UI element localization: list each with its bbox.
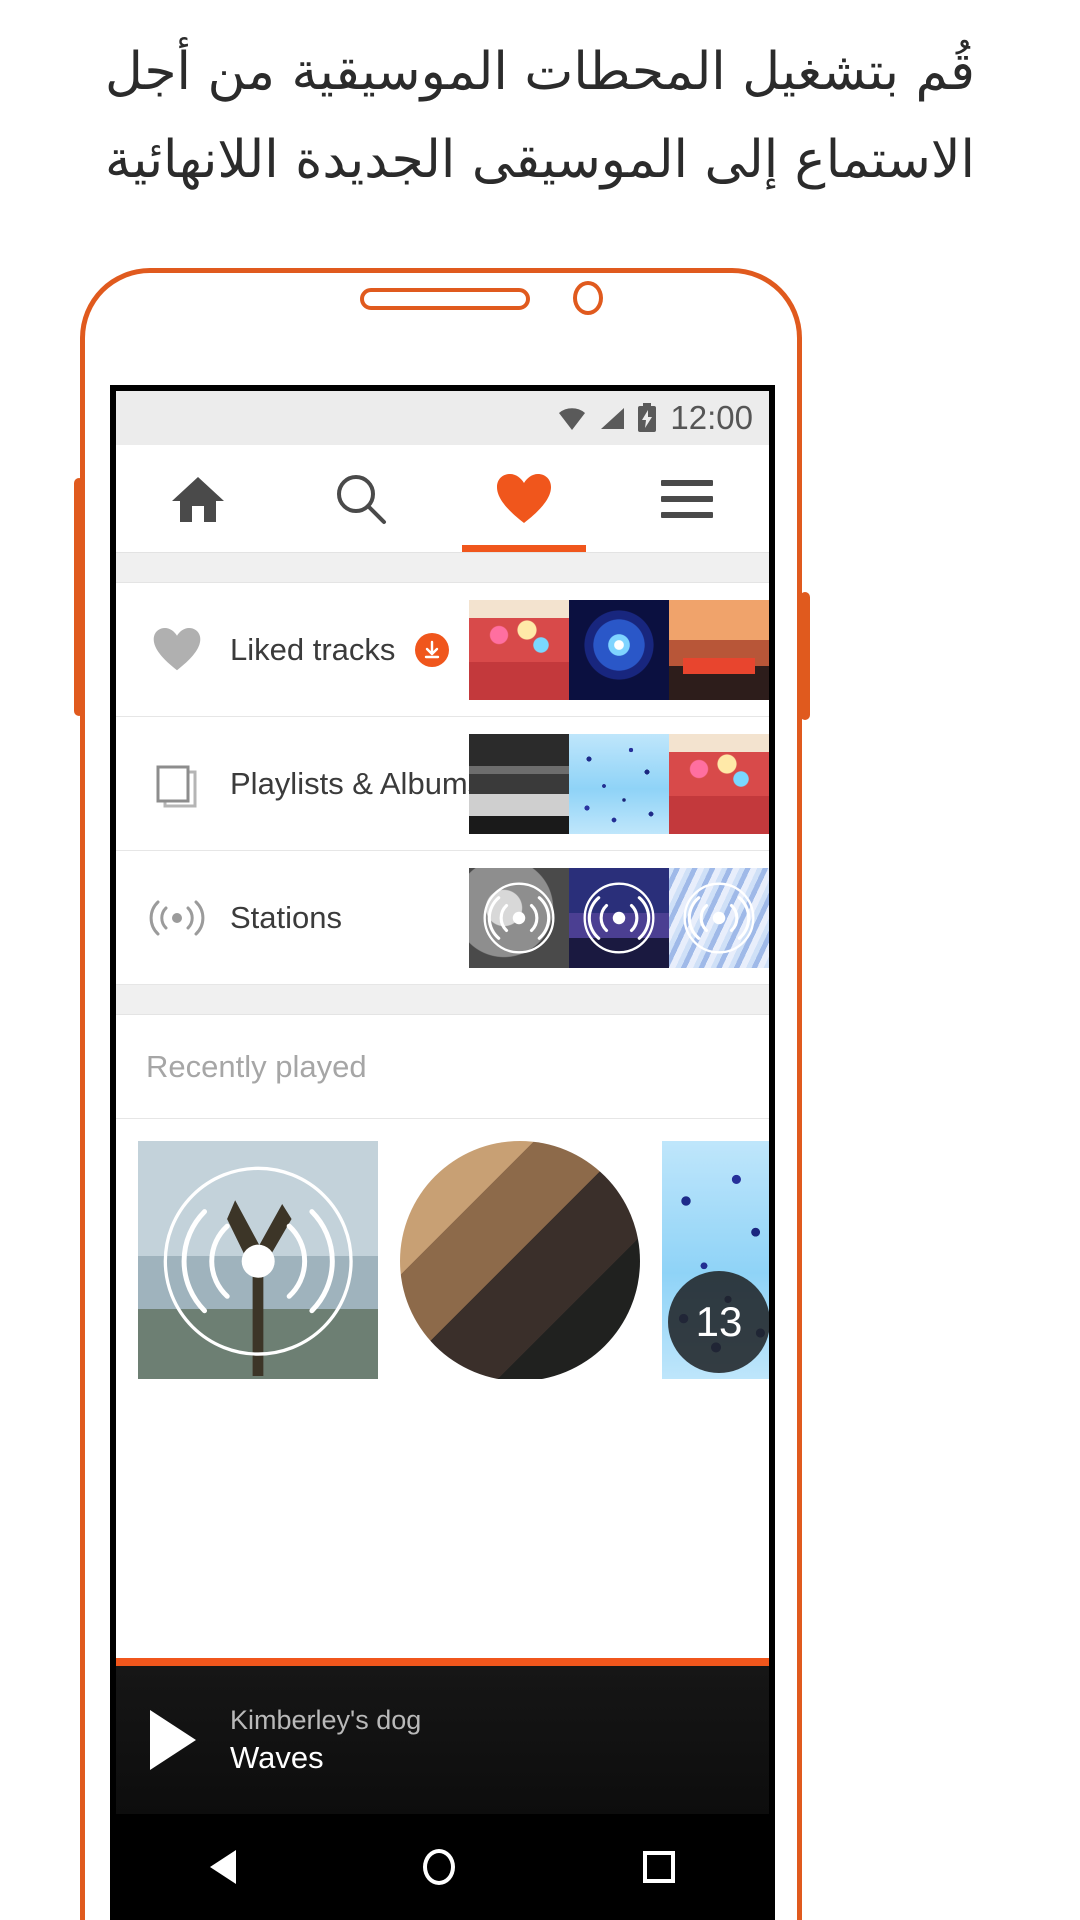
thumbnail-cassette-deck	[469, 733, 569, 834]
battery-charging-icon	[637, 403, 657, 433]
home-icon	[170, 474, 226, 524]
recent-card-artist-profile[interactable]	[400, 1141, 640, 1379]
section-divider-recently-played	[116, 985, 769, 1015]
row-thumbnails	[469, 867, 769, 968]
library-row-stations[interactable]: Stations	[116, 851, 769, 985]
library-row-label: Stations	[230, 899, 343, 935]
tab-home[interactable]	[116, 445, 279, 552]
station-waves-icon	[469, 868, 569, 968]
recently-played-header: Recently played	[116, 1015, 769, 1119]
tab-menu[interactable]	[606, 445, 769, 552]
row-thumbnails	[469, 733, 769, 834]
station-waves-icon	[138, 1141, 378, 1379]
recently-played-list: 13	[116, 1119, 769, 1379]
home-circle-icon[interactable]	[423, 1849, 456, 1885]
download-icon[interactable]	[415, 632, 450, 667]
wifi-icon	[557, 406, 587, 431]
headline-line-2: الاستماع إلى الموسيقى الجديدة اللانهائية	[105, 130, 975, 190]
section-divider-top	[116, 553, 769, 583]
card-artwork: 13	[662, 1141, 769, 1379]
playback-progress-bar[interactable]	[116, 1658, 769, 1666]
headline-line-1: قُم بتشغيل المحطات الموسيقية من أجل	[105, 42, 975, 102]
phone-screen: 12:00 Liked tracks Playlists & Albums St…	[110, 385, 775, 1920]
library-row-liked-tracks[interactable]: Liked tracks	[116, 583, 769, 717]
card-artwork	[138, 1141, 378, 1379]
thumbnail-disco-ball	[569, 599, 669, 700]
status-bar: 12:00	[116, 391, 769, 445]
thumbnail-palm-trees-restaurant	[669, 599, 769, 700]
thumbnail-ice-texture-station	[669, 867, 769, 968]
thumbnail-arcade-claw-machine	[469, 599, 569, 700]
android-navigation-bar	[116, 1814, 769, 1920]
promo-headline: قُم بتشغيل المحطات الموسيقية من أجل الاس…	[0, 28, 1080, 204]
thumbnail-aerial-landscape-station	[469, 867, 569, 968]
thumbnail-birds-in-sky	[569, 733, 669, 834]
library-row-label: Liked tracks	[230, 631, 396, 667]
search-icon	[334, 472, 388, 526]
row-thumbnails	[469, 599, 769, 700]
recently-played-title: Recently played	[146, 1048, 367, 1084]
now-playing-track: Waves	[230, 1739, 324, 1775]
tab-likes[interactable]	[443, 445, 606, 552]
cellular-signal-icon	[598, 406, 626, 431]
now-playing-artist: Kimberley's dog	[230, 1704, 422, 1735]
front-camera-icon	[573, 281, 603, 315]
back-triangle-icon[interactable]	[209, 1850, 236, 1884]
play-icon[interactable]	[150, 1710, 196, 1770]
recents-square-icon[interactable]	[643, 1851, 676, 1883]
tab-search[interactable]	[279, 445, 442, 552]
earpiece-speaker-icon	[360, 288, 530, 310]
heart-icon	[146, 627, 208, 672]
station-waves-icon	[569, 868, 669, 968]
promo-screenshot: قُم بتشغيل المحطات الموسيقية من أجل الاس…	[0, 0, 1080, 1920]
status-bar-clock: 12:00	[670, 399, 753, 436]
library-row-label: Playlists & Albums	[230, 765, 484, 801]
stacked-squares-icon	[146, 758, 208, 810]
tab-underline-active	[462, 545, 587, 552]
now-playing-text: Kimberley's dog Waves	[230, 1705, 421, 1776]
card-artwork	[400, 1141, 640, 1379]
heart-icon	[495, 473, 553, 525]
thumbnail-arcade-claw-machine	[669, 733, 769, 834]
library-row-playlists-albums[interactable]: Playlists & Albums	[116, 717, 769, 851]
power-button[interactable]	[800, 592, 810, 720]
main-tab-bar	[116, 445, 769, 553]
recent-card-joshua-tree-station[interactable]	[138, 1141, 378, 1379]
thumbnail-night-city-station	[569, 867, 669, 968]
broadcast-icon	[146, 898, 208, 938]
volume-button[interactable]	[74, 478, 84, 716]
track-count-badge: 13	[668, 1271, 769, 1373]
hamburger-menu-icon	[661, 479, 714, 518]
recent-card-birds-playlist[interactable]: 13	[662, 1141, 769, 1379]
station-waves-icon	[669, 868, 769, 968]
now-playing-bar[interactable]: Kimberley's dog Waves	[116, 1658, 769, 1814]
